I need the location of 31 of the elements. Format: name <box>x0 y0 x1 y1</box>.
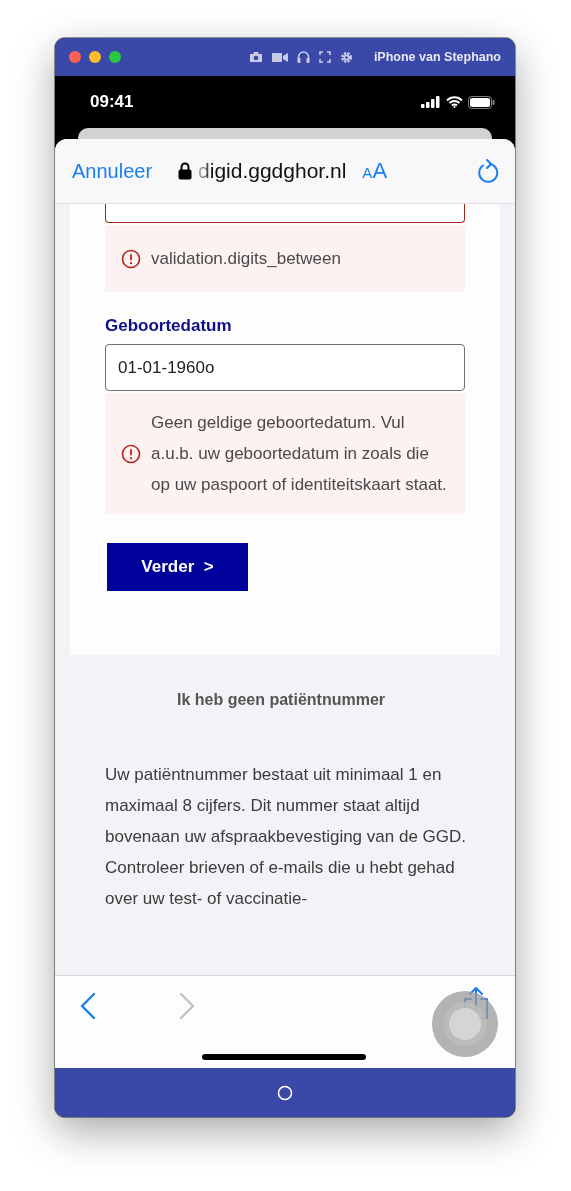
fullscreen-icon[interactable] <box>318 51 331 63</box>
signal-icon <box>421 96 441 108</box>
error-icon <box>121 443 141 464</box>
home-button-icon[interactable] <box>277 1084 293 1101</box>
reload-icon[interactable] <box>477 159 499 183</box>
error-icon <box>121 248 141 269</box>
input-field[interactable] <box>105 204 465 223</box>
video-camera-icon[interactable] <box>271 51 288 63</box>
help-paragraph: Uw patiëntnummer bestaat uit minimaal 1 en maximaal 8 cijfers. Dit nummer staat altijd bovenaan uw afspraakbevestiging van de GGD. Controleer brieven of e-mails die u hebt gehad over uw test- of vaccinatie- <box>105 764 467 910</box>
assistive-touch-button[interactable] <box>431 990 499 1058</box>
error-text: Geen geldige geboortedatum. Vul a.u.b. uw geboortedatum in zoals die op uw paspoort of identiteitskaart staat. <box>151 412 447 496</box>
date-input-field[interactable]: 01-01-1960o <box>105 344 465 391</box>
wifi-icon <box>446 96 463 108</box>
settings-icon[interactable] <box>339 50 353 64</box>
minimize-button[interactable] <box>89 51 101 63</box>
cancel-button[interactable]: Annuleer <box>72 159 153 183</box>
status-time: 09:41 <box>90 92 134 112</box>
close-button[interactable] <box>69 51 81 63</box>
window-title: iPhone van Stephano <box>373 50 501 64</box>
help-heading: Ik heb geen patiëntnummer <box>175 691 386 709</box>
field-label: Geboortedatum <box>105 316 233 336</box>
text-size-button[interactable]: AA <box>362 158 388 184</box>
url-text[interactable]: digid.ggdghor.nl <box>198 159 347 183</box>
zoom-button[interactable] <box>109 51 121 63</box>
error-text: validation.digits_between <box>151 248 341 270</box>
camera-icon[interactable] <box>248 51 263 63</box>
lock-icon <box>178 162 193 180</box>
battery-icon <box>468 95 495 109</box>
back-icon[interactable] <box>80 992 96 1020</box>
next-button[interactable]: Verder > <box>107 543 248 591</box>
headphones-icon[interactable] <box>296 51 310 63</box>
